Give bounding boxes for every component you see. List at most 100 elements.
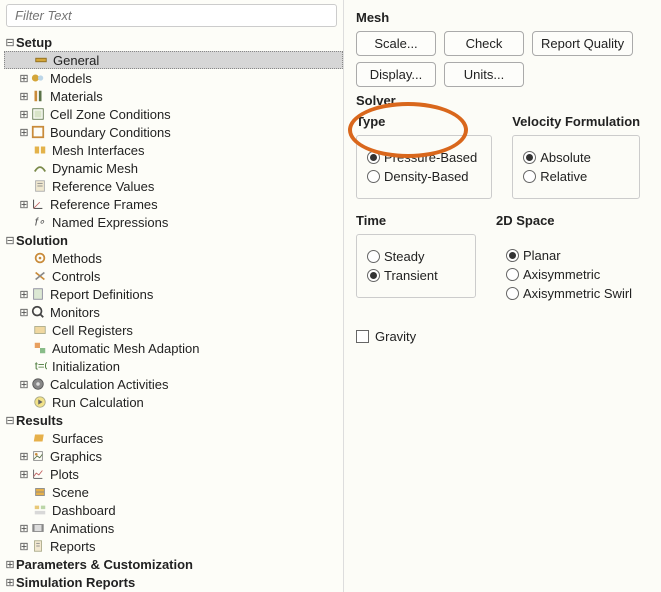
scale-button[interactable]: Scale... <box>356 31 436 56</box>
calculation-activities-icon <box>30 376 46 392</box>
radio-pressure-based[interactable]: Pressure-Based <box>367 150 477 165</box>
tree-item-cell-zone-conditions[interactable]: ⊞ Cell Zone Conditions <box>4 105 343 123</box>
units-button[interactable]: Units... <box>444 62 524 87</box>
surfaces-icon <box>32 430 48 446</box>
tree-item-run-calculation[interactable]: Run Calculation <box>4 393 343 411</box>
radio-icon <box>367 170 380 183</box>
tree-item-solution[interactable]: ⊟ Solution <box>4 231 343 249</box>
expand-icon[interactable]: ⊞ <box>18 126 30 139</box>
run-calculation-icon <box>32 394 48 410</box>
gravity-checkbox[interactable]: Gravity <box>356 329 649 344</box>
checkbox-icon <box>356 330 369 343</box>
report-definitions-icon <box>30 286 46 302</box>
expand-icon[interactable]: ⊞ <box>18 108 30 121</box>
tree-item-automatic-mesh-adaption[interactable]: Automatic Mesh Adaption <box>4 339 343 357</box>
tree-item-reference-frames[interactable]: ⊞ Reference Frames <box>4 195 343 213</box>
materials-icon <box>30 88 46 104</box>
tree-item-controls[interactable]: Controls <box>4 267 343 285</box>
tree-item-dashboard[interactable]: Dashboard <box>4 501 343 519</box>
time-group-title: Time <box>356 213 476 228</box>
tree-item-parameters-customization[interactable]: ⊞ Parameters & Customization <box>4 555 343 573</box>
cell-registers-icon <box>32 322 48 338</box>
expand-icon[interactable]: ⊞ <box>18 378 30 391</box>
collapse-icon[interactable]: ⊟ <box>4 234 16 247</box>
expand-icon[interactable]: ⊞ <box>18 306 30 319</box>
type-group-title: Type <box>356 114 492 129</box>
tree-item-animations[interactable]: ⊞ Animations <box>4 519 343 537</box>
reports-icon <box>30 538 46 554</box>
time-group-box: Steady Transient <box>356 234 476 298</box>
radio-transient[interactable]: Transient <box>367 268 461 283</box>
filter-text-input[interactable] <box>6 4 337 27</box>
graphics-icon <box>30 448 46 464</box>
tree-item-report-definitions[interactable]: ⊞ Report Definitions <box>4 285 343 303</box>
expand-icon[interactable]: ⊞ <box>4 576 16 589</box>
radio-icon <box>506 268 519 281</box>
mesh-section-title: Mesh <box>356 10 649 25</box>
tree-item-boundary-conditions[interactable]: ⊞ Boundary Conditions <box>4 123 343 141</box>
tree-item-plots[interactable]: ⊞ Plots <box>4 465 343 483</box>
tree-item-surfaces[interactable]: Surfaces <box>4 429 343 447</box>
tree-item-dynamic-mesh[interactable]: Dynamic Mesh <box>4 159 343 177</box>
radio-absolute[interactable]: Absolute <box>523 150 625 165</box>
radio-axisymmetric-swirl[interactable]: Axisymmetric Swirl <box>506 286 632 301</box>
radio-relative[interactable]: Relative <box>523 169 625 184</box>
animations-icon <box>30 520 46 536</box>
expand-icon[interactable]: ⊞ <box>18 198 30 211</box>
tree-item-monitors[interactable]: ⊞ Monitors <box>4 303 343 321</box>
display-button[interactable]: Display... <box>356 62 436 87</box>
tree-item-calculation-activities[interactable]: ⊞ Calculation Activities <box>4 375 343 393</box>
tree-item-named-expressions[interactable]: f∘ Named Expressions <box>4 213 343 231</box>
expand-icon[interactable]: ⊞ <box>4 558 16 571</box>
expand-icon[interactable]: ⊞ <box>18 540 30 553</box>
radio-axisymmetric[interactable]: Axisymmetric <box>506 267 632 282</box>
tree-item-general[interactable]: General <box>4 51 343 69</box>
radio-icon <box>367 269 380 282</box>
check-button[interactable]: Check <box>444 31 524 56</box>
collapse-icon[interactable]: ⊟ <box>4 36 16 49</box>
svg-text:t=0: t=0 <box>35 361 47 373</box>
expand-icon[interactable]: ⊞ <box>18 450 30 463</box>
methods-icon <box>32 250 48 266</box>
dashboard-icon <box>32 502 48 518</box>
type-group-box: Pressure-Based Density-Based <box>356 135 492 199</box>
collapse-icon[interactable]: ⊟ <box>4 414 16 427</box>
tree-item-simulation-reports[interactable]: ⊞ Simulation Reports <box>4 573 343 591</box>
velocity-formulation-group-box: Absolute Relative <box>512 135 640 199</box>
expand-icon[interactable]: ⊞ <box>18 288 30 301</box>
expand-icon[interactable]: ⊞ <box>18 72 30 85</box>
plots-icon <box>30 466 46 482</box>
solver-section-title: Solver <box>356 93 649 108</box>
expand-icon[interactable]: ⊞ <box>18 468 30 481</box>
scene-icon <box>32 484 48 500</box>
boundary-icon <box>30 124 46 140</box>
tree-item-cell-registers[interactable]: Cell Registers <box>4 321 343 339</box>
radio-planar[interactable]: Planar <box>506 248 632 263</box>
tree-item-graphics[interactable]: ⊞ Graphics <box>4 447 343 465</box>
tree-item-models[interactable]: ⊞ Models <box>4 69 343 87</box>
2d-space-group-title: 2D Space <box>496 213 646 228</box>
tree-item-methods[interactable]: Methods <box>4 249 343 267</box>
radio-steady[interactable]: Steady <box>367 249 461 264</box>
auto-mesh-adaption-icon <box>32 340 48 356</box>
velocity-formulation-group-title: Velocity Formulation <box>512 114 640 129</box>
radio-icon <box>523 151 536 164</box>
radio-density-based[interactable]: Density-Based <box>367 169 477 184</box>
tree-item-setup[interactable]: ⊟ Setup <box>4 33 343 51</box>
tree-item-reference-values[interactable]: Reference Values <box>4 177 343 195</box>
report-quality-button[interactable]: Report Quality <box>532 31 633 56</box>
tree-item-initialization[interactable]: t=0 Initialization <box>4 357 343 375</box>
monitors-icon <box>30 304 46 320</box>
tree-item-mesh-interfaces[interactable]: Mesh Interfaces <box>4 141 343 159</box>
reference-frames-icon <box>30 196 46 212</box>
expand-icon[interactable]: ⊞ <box>18 90 30 103</box>
tree-item-scene[interactable]: Scene <box>4 483 343 501</box>
tree-item-materials[interactable]: ⊞ Materials <box>4 87 343 105</box>
2d-space-group: Planar Axisymmetric Axisymmetric Swirl <box>496 234 646 315</box>
initialization-icon: t=0 <box>32 358 48 374</box>
tree-item-reports[interactable]: ⊞ Reports <box>4 537 343 555</box>
expand-icon[interactable]: ⊞ <box>18 522 30 535</box>
tree-item-results[interactable]: ⊟ Results <box>4 411 343 429</box>
mesh-interfaces-icon <box>32 142 48 158</box>
radio-icon <box>523 170 536 183</box>
